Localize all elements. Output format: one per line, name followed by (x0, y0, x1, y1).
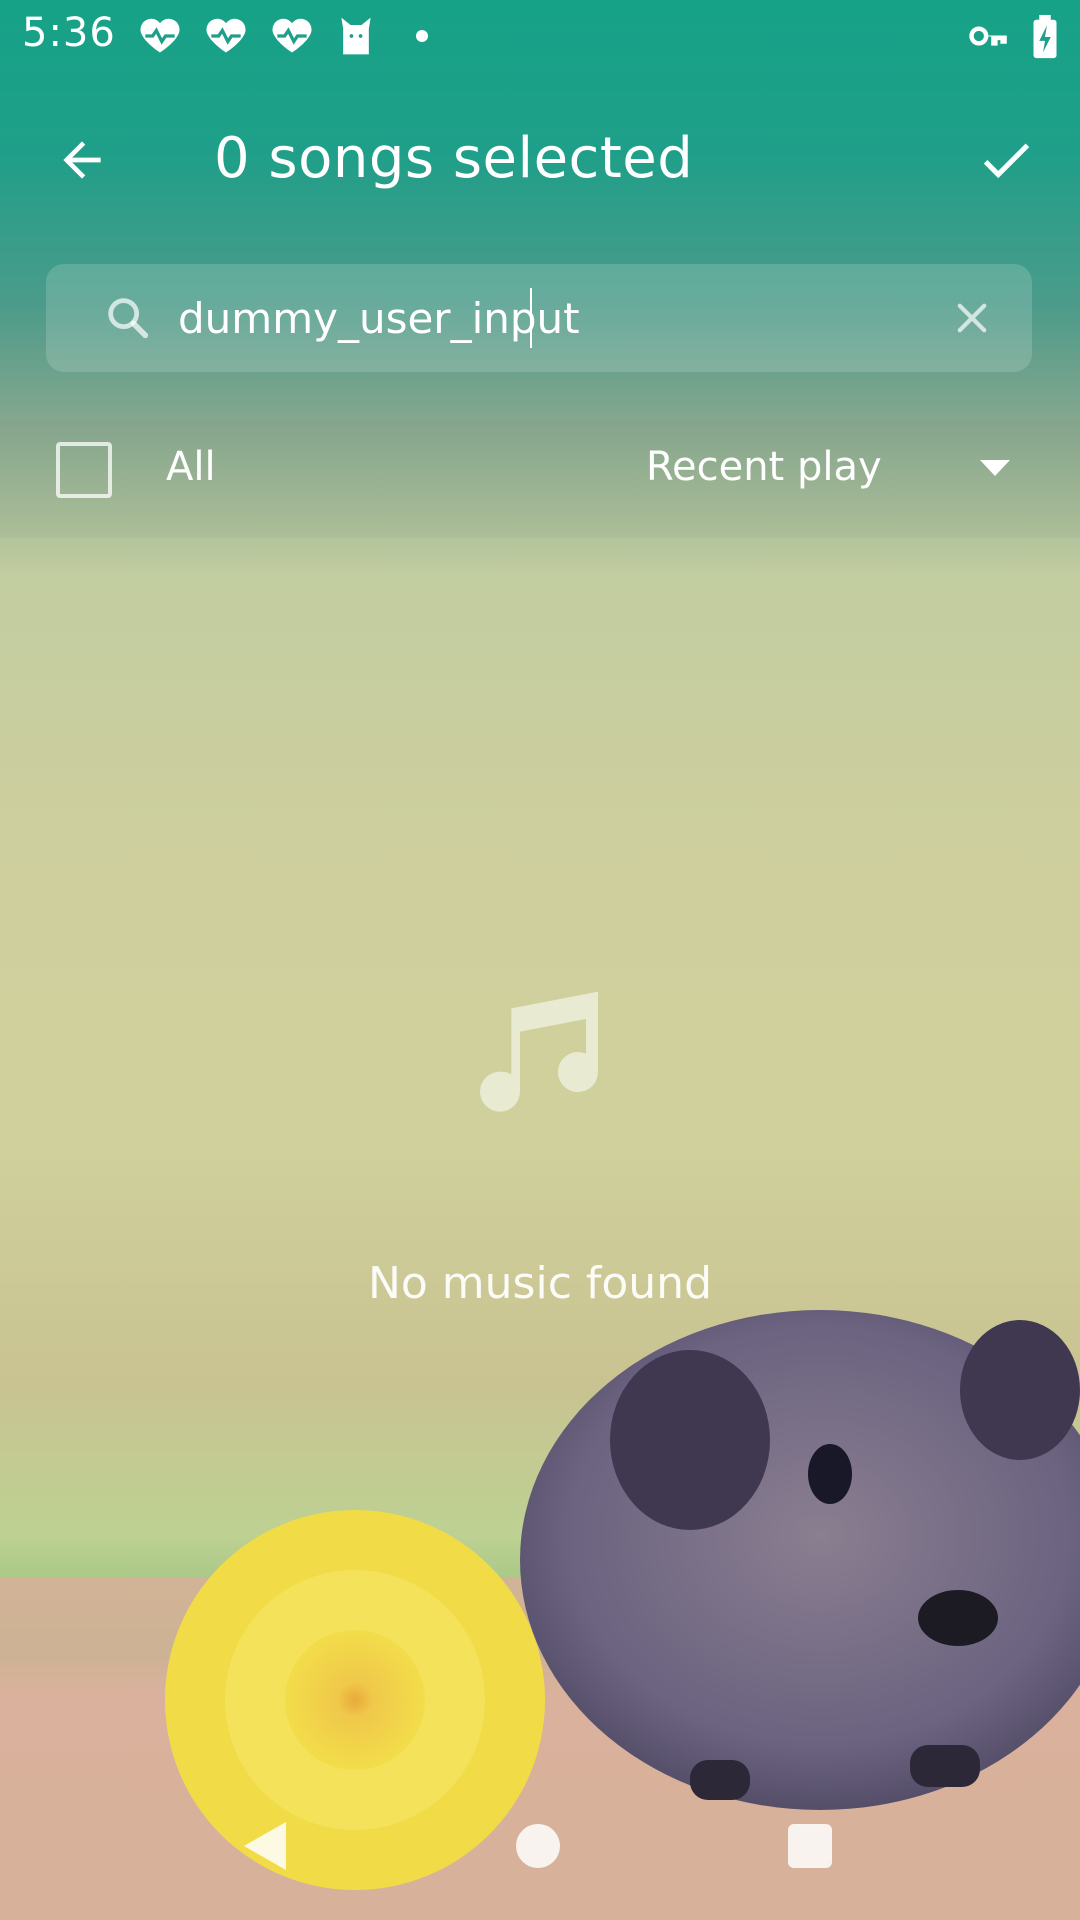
confirm-button[interactable] (964, 118, 1048, 202)
toolbar: 0 songs selected (0, 90, 1080, 230)
caret-down-icon[interactable] (980, 460, 1010, 476)
heart-pulse-icon (206, 18, 246, 53)
checkmark-icon (983, 143, 1030, 179)
filter-row: All Recent play (0, 420, 1080, 540)
search-bar (46, 264, 1032, 372)
nav-back-icon[interactable] (244, 1822, 286, 1870)
arrow-left-icon (63, 141, 101, 179)
cat-icon (341, 17, 371, 55)
vpn-key-icon (969, 26, 1007, 46)
heart-pulse-icon (140, 18, 180, 53)
navigation-bar (0, 1806, 1080, 1920)
music-note-icon (480, 991, 599, 1112)
close-icon (957, 303, 987, 333)
heart-pulse-icon (272, 18, 312, 53)
select-all-checkbox[interactable] (56, 442, 112, 498)
divider (0, 538, 1080, 540)
search-icon (108, 298, 149, 339)
select-all-label[interactable]: All (166, 444, 216, 490)
page-title: 0 songs selected (214, 126, 694, 191)
sort-dropdown[interactable]: Recent play (646, 444, 882, 490)
clear-search-button[interactable] (944, 290, 1000, 346)
status-time: 5:36 (22, 10, 116, 56)
notification-dot (416, 30, 428, 42)
search-input[interactable] (178, 286, 938, 350)
empty-state-message: No music found (367, 1258, 712, 1309)
status-bar: 5:36 (0, 0, 1080, 76)
text-caret (530, 288, 532, 348)
nav-recents-icon[interactable] (788, 1824, 832, 1868)
back-button[interactable] (40, 118, 124, 202)
nav-home-icon[interactable] (516, 1824, 560, 1868)
battery-charging-icon (1033, 14, 1057, 59)
